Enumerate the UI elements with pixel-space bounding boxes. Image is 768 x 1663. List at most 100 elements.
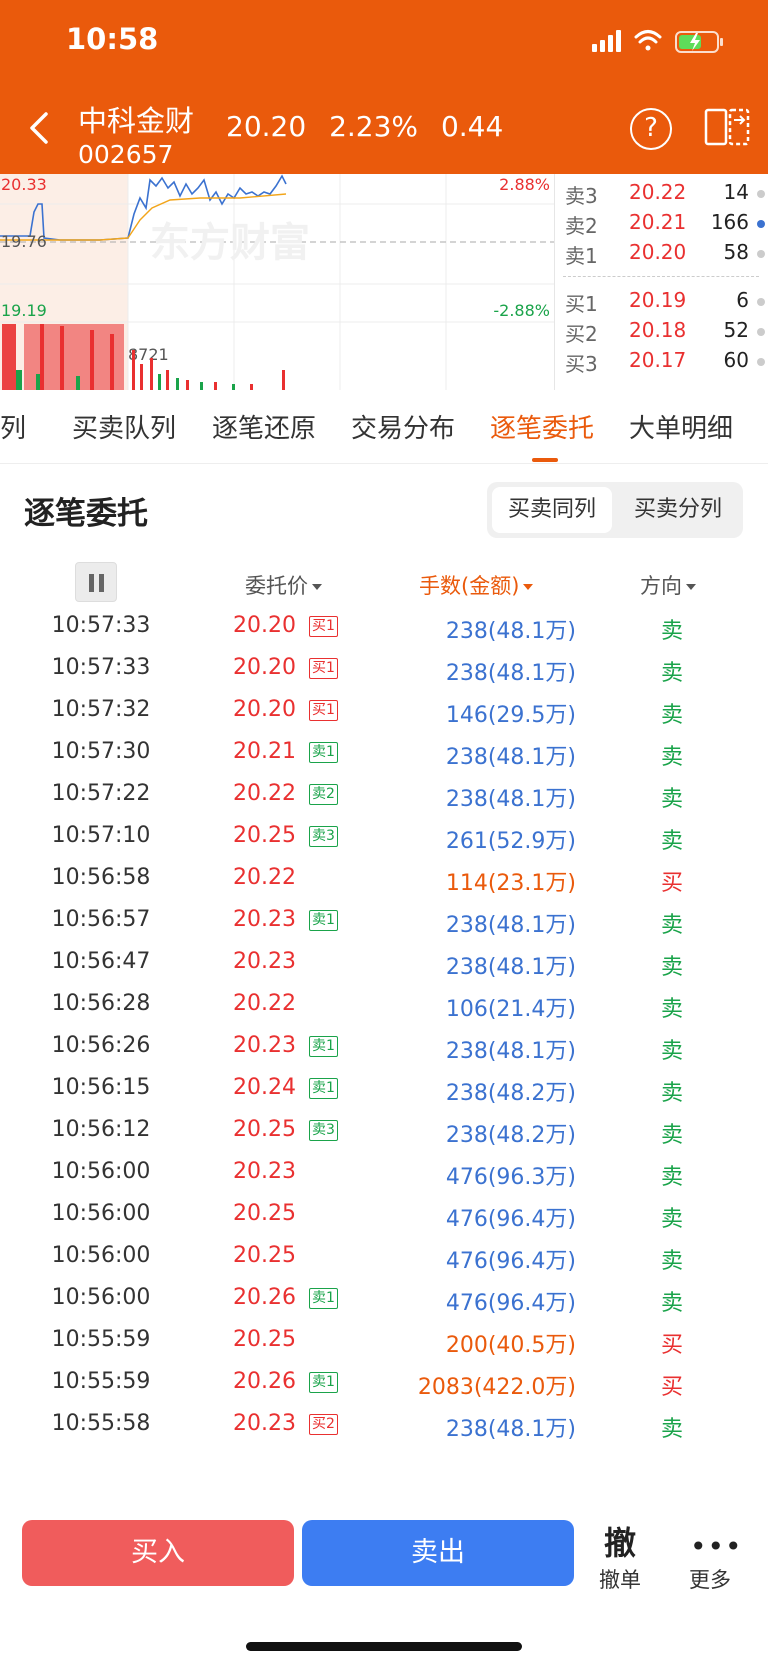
row-price: 20.25 bbox=[233, 1327, 296, 1352]
row-amount: 238(48.1万) bbox=[445, 787, 576, 812]
bid-dot bbox=[757, 358, 765, 366]
sell-button[interactable]: 卖出 bbox=[302, 1520, 574, 1586]
bid-volume: 52 bbox=[723, 318, 749, 342]
row-time: 10:57:33 bbox=[51, 613, 151, 638]
tab-tick-orders[interactable]: 逐笔委托 bbox=[490, 408, 594, 445]
row-level-tag: 卖1 bbox=[309, 1288, 338, 1309]
row-price: 20.22 bbox=[233, 781, 296, 806]
status-time: 10:58 bbox=[66, 22, 159, 56]
row-amount: 238(48.2万) bbox=[445, 1123, 576, 1148]
row-time: 10:56:26 bbox=[51, 1033, 151, 1058]
row-level-tag: 卖3 bbox=[309, 826, 338, 847]
bid-label: 买1 bbox=[565, 292, 598, 316]
row-direction: 卖 bbox=[660, 1291, 683, 1316]
chart-up-pct: 2.88% bbox=[499, 175, 550, 194]
bid-row: 买3 20.17 60 bbox=[565, 348, 765, 378]
row-direction: 买 bbox=[660, 1375, 683, 1400]
cancel-order-icon[interactable]: 撤 bbox=[600, 1518, 640, 1564]
ask-dot bbox=[757, 190, 765, 198]
bid-price: 20.18 bbox=[629, 318, 687, 342]
buy-button[interactable]: 买入 bbox=[22, 1520, 294, 1586]
stock-name: 中科金财 bbox=[78, 104, 195, 138]
bid-price: 20.17 bbox=[629, 348, 687, 372]
row-time: 10:56:57 bbox=[51, 907, 151, 932]
column-direction-sort[interactable]: 方向 bbox=[640, 570, 696, 604]
row-time: 10:55:58 bbox=[51, 1411, 151, 1436]
row-time: 10:57:33 bbox=[51, 655, 151, 680]
tick-order-list[interactable]: 10:57:5520.21卖2100(20.2万)卖10:57:3320.20买… bbox=[0, 604, 768, 1506]
bid-label: 买3 bbox=[565, 352, 598, 376]
list-item: 10:56:00 20.26 卖1 476(96.4万) 卖 bbox=[0, 1277, 768, 1321]
row-time: 10:56:00 bbox=[51, 1243, 151, 1268]
row-price: 20.23 bbox=[233, 1033, 296, 1058]
list-item: 10:56:28 20.22 106(21.4万) 卖 bbox=[0, 983, 768, 1027]
tab-tick-restore[interactable]: 逐笔还原 bbox=[212, 408, 316, 445]
row-price: 20.24 bbox=[233, 1075, 296, 1100]
bid-row: 买1 20.19 6 bbox=[565, 288, 765, 318]
status-icons bbox=[592, 30, 723, 53]
row-direction: 买 bbox=[660, 1333, 683, 1358]
ask-dot bbox=[757, 220, 765, 228]
row-direction: 卖 bbox=[660, 787, 683, 812]
ask-label: 卖3 bbox=[565, 184, 598, 208]
bid-price: 20.19 bbox=[629, 288, 687, 312]
row-level-tag: 买1 bbox=[309, 616, 338, 637]
row-price: 20.25 bbox=[233, 1117, 296, 1142]
ask-price: 20.20 bbox=[629, 240, 687, 264]
row-time: 10:56:12 bbox=[51, 1117, 151, 1142]
row-direction: 卖 bbox=[660, 913, 683, 938]
stock-price: 20.20 bbox=[226, 110, 307, 143]
seg-split-column-button[interactable]: 买卖分列 bbox=[618, 487, 738, 533]
row-price: 20.26 bbox=[233, 1285, 296, 1310]
tab-large-orders[interactable]: 大单明细 bbox=[629, 408, 733, 445]
list-item: 10:57:22 20.22 卖2 238(48.1万) 卖 bbox=[0, 773, 768, 817]
list-item: 10:57:30 20.21 卖1 238(48.1万) 卖 bbox=[0, 731, 768, 775]
row-price: 20.26 bbox=[233, 1369, 296, 1394]
view-mode-toggle: 买卖同列 买卖分列 bbox=[487, 482, 743, 538]
switch-layout-icon[interactable] bbox=[704, 106, 750, 148]
list-item: 10:56:15 20.24 卖1 238(48.2万) 卖 bbox=[0, 1067, 768, 1111]
intraday-chart[interactable]: 东方财富 20.33 19.76 19.19 2.88% -2.88% 8721 bbox=[0, 174, 554, 390]
ask-volume: 14 bbox=[723, 180, 749, 204]
bid-row: 买2 20.18 52 bbox=[565, 318, 765, 348]
help-icon[interactable]: ? bbox=[630, 108, 672, 150]
row-price: 20.22 bbox=[233, 865, 296, 890]
row-amount: 114(23.1万) bbox=[445, 871, 576, 896]
row-time: 10:57:10 bbox=[51, 823, 151, 848]
sort-down-icon bbox=[523, 584, 534, 590]
cancel-order-label[interactable]: 撤单 bbox=[594, 1564, 646, 1594]
row-level-tag: 卖3 bbox=[309, 1120, 338, 1141]
pause-icon[interactable] bbox=[75, 562, 117, 602]
tab-buy-sell-queue[interactable]: 买卖队列 bbox=[72, 408, 176, 445]
ask-label: 卖1 bbox=[565, 244, 598, 268]
bid-dot bbox=[757, 328, 765, 336]
order-book[interactable]: 卖3 20.22 14 卖2 20.21 166 卖1 20.20 58 买1 … bbox=[554, 174, 768, 390]
list-item: 10:55:59 20.25 200(40.5万) 买 bbox=[0, 1319, 768, 1363]
row-price: 20.25 bbox=[233, 1243, 296, 1268]
back-icon[interactable] bbox=[22, 110, 58, 146]
row-direction: 卖 bbox=[660, 1039, 683, 1064]
chart-watermark: 东方财富 bbox=[150, 220, 310, 266]
seg-same-column-button[interactable]: 买卖同列 bbox=[492, 487, 612, 533]
list-item: 10:56:00 20.25 476(96.4万) 卖 bbox=[0, 1193, 768, 1237]
list-item: 10:57:10 20.25 卖3 261(52.9万) 卖 bbox=[0, 815, 768, 859]
row-direction: 卖 bbox=[660, 745, 683, 770]
ask-row: 卖2 20.21 166 bbox=[565, 210, 765, 240]
list-item: 10:56:57 20.23 卖1 238(48.1万) 卖 bbox=[0, 899, 768, 943]
stock-quote: 20.20 2.23% 0.44 bbox=[226, 110, 517, 143]
more-label[interactable]: 更多 bbox=[684, 1564, 736, 1594]
tab-trade-distribution[interactable]: 交易分布 bbox=[351, 408, 455, 445]
signal-icon bbox=[592, 30, 621, 52]
chart-mid-label: 19.76 bbox=[1, 232, 47, 251]
row-level-tag: 卖1 bbox=[309, 1078, 338, 1099]
tab-queue[interactable]: 队列 bbox=[0, 408, 26, 445]
more-dots-icon[interactable]: ••• bbox=[690, 1530, 742, 1563]
column-price-sort[interactable]: 委托价 bbox=[245, 570, 322, 604]
stock-code: 002657 bbox=[78, 140, 174, 169]
row-amount: 238(48.1万) bbox=[445, 1039, 576, 1064]
column-amount-sort[interactable]: 手数(金额) bbox=[419, 570, 534, 604]
row-amount: 476(96.3万) bbox=[445, 1165, 576, 1190]
row-level-tag: 买2 bbox=[309, 1414, 338, 1435]
ask-row: 卖1 20.20 58 bbox=[565, 240, 765, 270]
row-time: 10:57:22 bbox=[51, 781, 151, 806]
